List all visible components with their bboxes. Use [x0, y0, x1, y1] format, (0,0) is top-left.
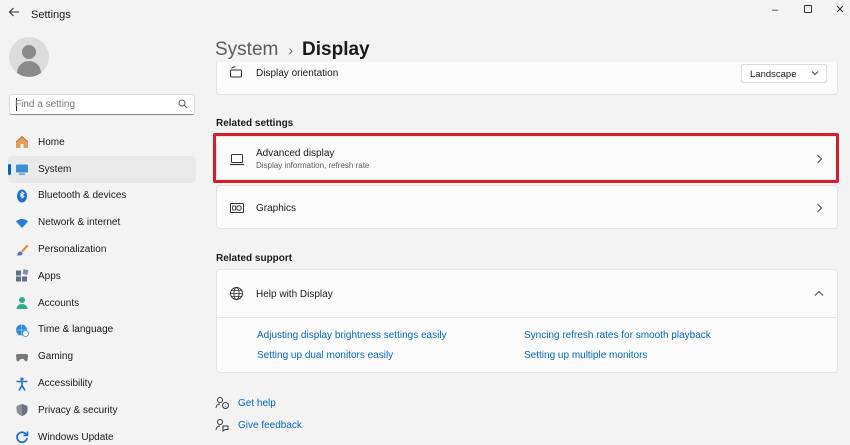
search-icon: [178, 99, 188, 109]
sidebar-item-label: Accounts: [38, 297, 80, 309]
help-link-multiple-monitors[interactable]: Setting up multiple monitors: [524, 350, 647, 361]
sidebar-item-accounts[interactable]: Accounts: [8, 290, 196, 317]
give-feedback-link[interactable]: Give feedback: [215, 417, 302, 433]
sidebar-item-network[interactable]: Network & internet: [8, 209, 196, 236]
chevron-right-icon: [817, 203, 823, 213]
sidebar-item-label: Apps: [38, 270, 61, 282]
selection-indicator: [8, 163, 11, 175]
breadcrumb-parent[interactable]: System: [215, 39, 278, 61]
title-bar: Settings – ✕: [0, 0, 850, 30]
sidebar-item-label: Home: [38, 136, 65, 148]
get-help-label: Get help: [238, 397, 276, 409]
graphics-title: Graphics: [256, 203, 297, 214]
close-button[interactable]: ✕: [830, 3, 850, 17]
sidebar-item-label: Privacy & security: [38, 404, 118, 416]
globe-clock-icon: [16, 324, 29, 337]
get-help-link[interactable]: Get help: [215, 395, 276, 411]
feedback-icon: [215, 419, 229, 432]
brush-icon: [16, 244, 29, 256]
sidebar-item-label: Accessibility: [38, 378, 93, 390]
sidebar-item-gaming[interactable]: Gaming: [8, 343, 196, 370]
sidebar-item-home[interactable]: Home: [8, 129, 196, 156]
gamepad-icon: [16, 353, 28, 362]
sidebar-item-label: Time & language: [38, 324, 114, 336]
help-link-brightness[interactable]: Adjusting display brightness settings ea…: [257, 330, 447, 341]
sidebar-item-time-language[interactable]: Time & language: [8, 317, 196, 344]
help-link-refresh-rates[interactable]: Syncing refresh rates for smooth playbac…: [524, 330, 711, 341]
system-icon: [16, 164, 28, 175]
avatar-head: [22, 45, 36, 59]
restore-icon: [804, 5, 812, 13]
help-with-display-card: Help with Display Adjusting display brig…: [216, 269, 838, 373]
help-with-display-header[interactable]: Help with Display: [217, 270, 837, 318]
graphics-card[interactable]: Graphics: [216, 185, 838, 229]
breadcrumb: System › Display: [215, 37, 370, 63]
sidebar-item-personalization[interactable]: Personalization: [8, 236, 196, 263]
orientation-value: Landscape: [750, 69, 797, 80]
sidebar-item-bluetooth[interactable]: Bluetooth & devices: [8, 183, 196, 210]
back-button[interactable]: [6, 6, 22, 22]
apps-icon: [16, 269, 29, 282]
related-settings-heading: Related settings: [216, 118, 294, 129]
display-orientation-label: Display orientation: [256, 68, 339, 79]
minimize-button[interactable]: –: [765, 3, 785, 17]
avatar-body: [17, 61, 41, 77]
shield-icon: [16, 404, 28, 417]
accessibility-icon: [16, 376, 28, 391]
home-icon: [15, 136, 29, 149]
avatar[interactable]: [9, 37, 49, 77]
sidebar-item-label: System: [38, 163, 72, 175]
orientation-dropdown[interactable]: Landscape: [741, 64, 827, 83]
sidebar-item-accessibility[interactable]: Accessibility: [8, 370, 196, 397]
sidebar-item-label: Network & internet: [38, 217, 121, 229]
display-orientation-row: Display orientation Landscape: [216, 62, 838, 95]
help-link-dual-monitors[interactable]: Setting up dual monitors easily: [257, 350, 393, 361]
bluetooth-icon: [17, 189, 27, 203]
search-input[interactable]: [15, 97, 175, 112]
help-with-display-title: Help with Display: [256, 289, 333, 300]
chevron-down-icon: [811, 71, 819, 76]
accounts-icon: [16, 297, 28, 310]
wifi-icon: [16, 218, 28, 228]
sidebar-item-label: Gaming: [38, 351, 74, 363]
related-support-heading: Related support: [216, 253, 293, 264]
globe-icon: [230, 287, 243, 300]
give-feedback-label: Give feedback: [238, 419, 302, 431]
sidebar-item-system[interactable]: System: [8, 155, 196, 183]
maximize-button[interactable]: [798, 3, 818, 17]
update-icon: [16, 431, 29, 444]
search-box[interactable]: [9, 94, 195, 115]
sidebar-nav: Home System Bluetooth & devices Network …: [8, 129, 196, 445]
app-title: Settings: [31, 9, 71, 21]
sidebar-item-label: Bluetooth & devices: [38, 190, 127, 202]
highlight-annotation: [213, 133, 839, 183]
sidebar-item-label: Personalization: [38, 244, 107, 256]
chevron-up-icon[interactable]: [814, 290, 824, 297]
arrow-left-icon: [8, 7, 19, 17]
page-title: Display: [302, 39, 370, 60]
sidebar-item-privacy[interactable]: Privacy & security: [8, 397, 196, 424]
graphics-card-icon: [230, 203, 244, 213]
breadcrumb-separator: ›: [288, 42, 294, 58]
sidebar-item-label: Windows Update: [38, 431, 114, 443]
sidebar-item-apps[interactable]: Apps: [8, 263, 196, 290]
rotate-screen-icon: [230, 66, 242, 78]
help-person-icon: [215, 397, 229, 409]
sidebar-item-windows-update[interactable]: Windows Update: [8, 424, 196, 445]
